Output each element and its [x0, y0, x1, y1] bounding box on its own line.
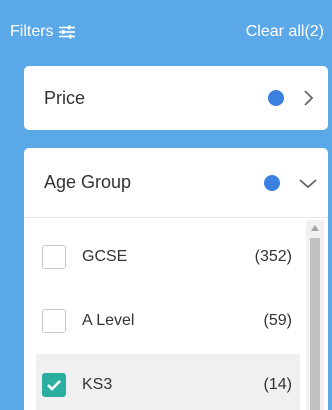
option-gcse[interactable]: GCSE (352) [36, 226, 300, 288]
option-a-level[interactable]: A Level (59) [36, 290, 300, 352]
age-group-filter: Age Group GCSE (352) A Level (59) KS3 (1… [24, 148, 328, 410]
price-active-indicator [268, 90, 284, 106]
option-label: KS3 [82, 376, 113, 393]
filters-title-text: Filters [10, 23, 54, 40]
chevron-down-icon [298, 177, 318, 189]
age-group-filter-label: Age Group [44, 172, 132, 192]
option-count: (59) [263, 312, 292, 329]
age-group-options-list: GCSE (352) A Level (59) KS3 (14) [24, 218, 328, 410]
price-filter-toggle[interactable]: Price [24, 66, 328, 130]
scrollbar-thumb[interactable] [310, 238, 320, 410]
option-checkbox[interactable] [42, 245, 66, 269]
age-group-filter-toggle[interactable]: Age Group [24, 148, 328, 218]
filters-header: Filters Clear all(2) [0, 0, 332, 64]
option-checkbox-checked[interactable] [42, 373, 66, 397]
sliders-icon [58, 25, 76, 39]
option-label: GCSE [82, 248, 128, 265]
age-group-active-indicator [264, 174, 280, 191]
filters-title: Filters [10, 23, 76, 41]
price-filter-label: Price [44, 87, 86, 108]
checkmark-icon [47, 380, 61, 391]
option-ks3[interactable]: KS3 (14) [36, 354, 300, 410]
options-scrollbar[interactable] [306, 220, 324, 410]
option-count: (14) [263, 376, 292, 393]
option-checkbox[interactable] [42, 309, 66, 333]
chevron-right-icon [302, 89, 314, 107]
option-label: A Level [82, 312, 135, 329]
scroll-up-arrow-icon[interactable] [306, 220, 324, 236]
clear-all-link[interactable]: Clear all(2) [246, 23, 324, 41]
filters-panel: Filters Clear all(2) Price Age Group GCS… [0, 0, 332, 410]
option-count: (352) [254, 248, 292, 265]
